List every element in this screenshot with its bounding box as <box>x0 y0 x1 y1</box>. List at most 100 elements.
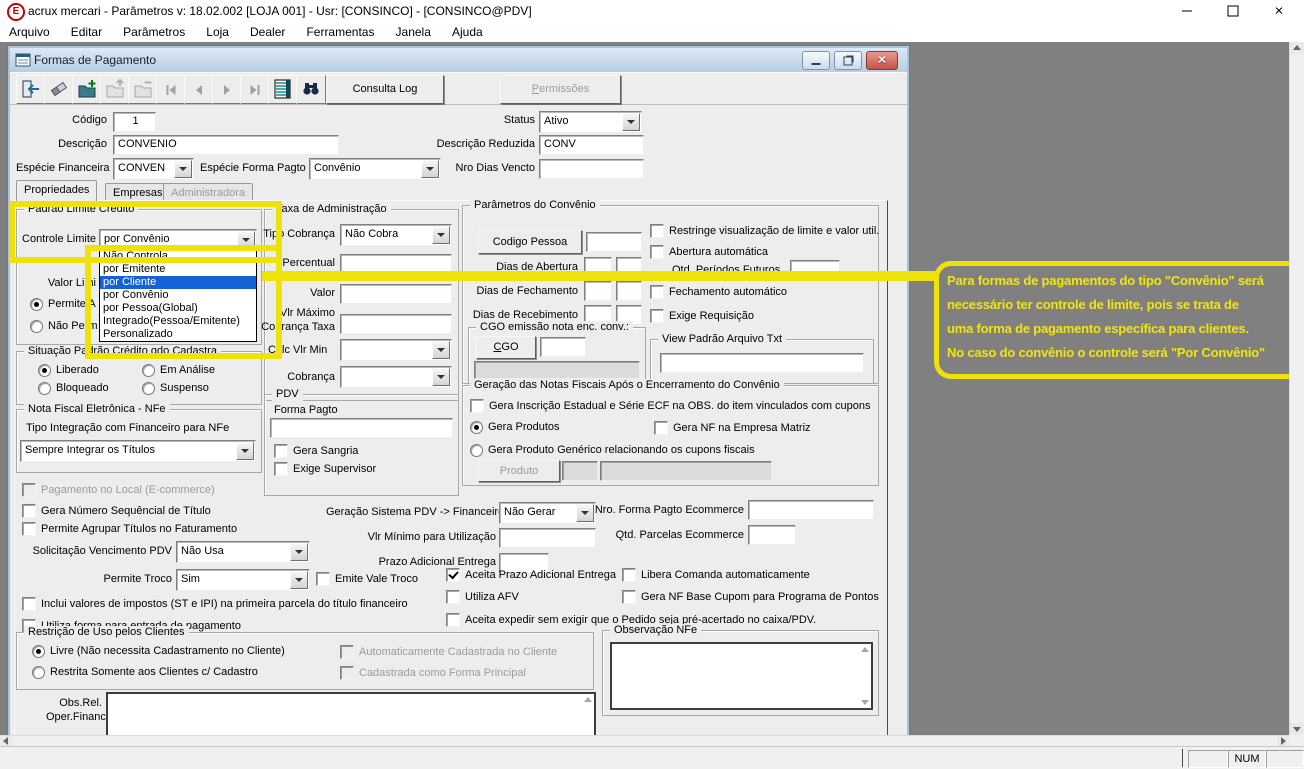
menu-parametros[interactable]: Parâmetros <box>114 22 194 42</box>
child-close-icon: ✕ <box>877 55 886 66</box>
consulta-log-button[interactable]: Consulta Log <box>326 75 444 104</box>
observacao-nfe-textarea[interactable] <box>610 642 873 710</box>
delete-record-button[interactable] <box>128 75 158 104</box>
exit-button[interactable] <box>16 75 46 104</box>
post-record-button[interactable] <box>100 75 130 104</box>
produto-codigo-field <box>562 461 598 481</box>
menu-loja[interactable]: Loja <box>197 22 238 42</box>
checkbox-box <box>650 224 664 238</box>
calc-vlr-min-combo[interactable] <box>340 339 452 361</box>
vertical-scrollbar[interactable] <box>1289 42 1304 735</box>
menu-janela[interactable]: Janela <box>387 22 440 42</box>
parametros-convenio-title: Parâmetros do Convênio <box>470 199 600 212</box>
tipo-cobranca-combo[interactable]: Não Cobra <box>340 224 452 246</box>
checkbox-libera-comanda-label: Libera Comanda automaticamente <box>641 569 810 582</box>
chevron-down-icon[interactable] <box>622 113 640 131</box>
prior-record-button[interactable] <box>184 75 214 104</box>
child-restore-button[interactable] <box>834 51 862 70</box>
tab-propriedades[interactable]: Propriedades <box>16 180 97 202</box>
cobranca-combo[interactable] <box>340 366 452 388</box>
menubar: Arquivo Editar Parâmetros Loja Dealer Fe… <box>0 22 1304 43</box>
child-close-button[interactable]: ✕ <box>866 51 898 70</box>
cgo-label: GO <box>501 341 518 353</box>
produto-label: Produto <box>500 465 539 477</box>
valor-field[interactable] <box>340 284 452 304</box>
codigo-pessoa-field[interactable] <box>586 232 642 252</box>
vlr-maximo-field[interactable] <box>340 314 452 334</box>
chevron-down-icon[interactable] <box>432 368 450 386</box>
chevron-down-icon[interactable] <box>432 341 450 359</box>
nro-dias-vencto-field[interactable] <box>539 159 644 179</box>
chevron-down-icon[interactable] <box>174 160 192 178</box>
scroll-left-button[interactable] <box>0 736 12 746</box>
codigo-field[interactable]: 1 <box>113 112 156 132</box>
forma-pagto-field[interactable] <box>270 418 453 438</box>
menu-editar[interactable]: Editar <box>62 22 111 42</box>
obs-rel-label-2: Oper.Financ. <box>46 711 102 724</box>
minimize-button[interactable] <box>1164 0 1210 22</box>
codigo-pessoa-button[interactable]: Codigo Pessoa <box>478 230 582 254</box>
next-record-button[interactable] <box>212 75 242 104</box>
child-titlebar[interactable]: Formas de Pagamento ✕ <box>10 48 907 73</box>
checkbox-box <box>340 666 354 680</box>
codigo-value: 1 <box>118 115 153 128</box>
especie-financeira-combo[interactable]: CONVEN <box>113 158 194 180</box>
grid-view-button[interactable] <box>268 75 298 104</box>
geracao-notas-title: Geração das Notas Fiscais Após o Encerra… <box>470 379 784 392</box>
codigo-label: Código <box>62 114 107 127</box>
view-padrao-field[interactable] <box>660 353 864 373</box>
horizontal-scrollbar[interactable] <box>0 735 1289 746</box>
checkbox-box <box>22 504 36 518</box>
scroll-down-button[interactable] <box>1290 723 1304 735</box>
checkbox-box <box>650 309 664 323</box>
maximize-button[interactable] <box>1210 0 1256 22</box>
scroll-up-button[interactable] <box>1290 42 1304 54</box>
post-record-icon <box>104 78 126 100</box>
descricao-field[interactable]: CONVENIO <box>113 135 339 155</box>
search-button[interactable] <box>296 75 326 104</box>
produto-button[interactable]: Produto <box>478 460 560 482</box>
add-record-button[interactable] <box>72 75 102 104</box>
permissoes-button[interactable]: Permissões <box>500 75 621 104</box>
radio-bloqueado-label: Bloqueado <box>56 382 109 395</box>
cgo-field[interactable] <box>540 337 586 357</box>
first-record-button[interactable] <box>156 75 186 104</box>
chevron-down-icon[interactable] <box>290 543 308 561</box>
tipo-integracao-value: Sempre Integrar os Títulos <box>25 444 237 457</box>
child-minimize-button[interactable] <box>802 51 830 70</box>
scroll-right-button[interactable] <box>1277 736 1289 746</box>
scroll-down-icon[interactable] <box>861 700 869 705</box>
dias-fechamento-field-2[interactable] <box>616 281 642 301</box>
menu-dealer[interactable]: Dealer <box>241 22 294 42</box>
chevron-down-icon[interactable] <box>432 226 450 244</box>
scroll-up-icon[interactable] <box>584 697 592 702</box>
especie-forma-pagto-combo[interactable]: Convênio <box>309 158 441 180</box>
last-record-button[interactable] <box>240 75 270 104</box>
menu-ferramentas[interactable]: Ferramentas <box>297 22 383 42</box>
qtd-parcelas-ecommerce-field[interactable] <box>748 525 796 545</box>
menu-arquivo[interactable]: Arquivo <box>0 22 59 42</box>
nro-forma-pagto-ecommerce-field[interactable] <box>748 500 874 520</box>
grid-view-icon <box>272 78 294 100</box>
status-combo[interactable]: Ativo <box>539 111 642 133</box>
menu-ajuda[interactable]: Ajuda <box>443 22 492 42</box>
scroll-up-icon[interactable] <box>861 647 869 652</box>
radio-dot <box>142 382 155 395</box>
dias-fechamento-field-1[interactable] <box>584 281 612 301</box>
annotation-callout: Para formas de pagamentos do tipo "Convê… <box>934 261 1304 379</box>
radio-produto-generico-label: Gera Produto Genérico relacionando os cu… <box>488 444 755 457</box>
tipo-integracao-combo[interactable]: Sempre Integrar os Títulos <box>20 440 256 462</box>
clear-button[interactable] <box>44 75 74 104</box>
cgo-button[interactable]: CGO <box>476 336 536 359</box>
chevron-down-icon[interactable] <box>236 442 254 460</box>
chevron-down-icon[interactable] <box>421 160 439 178</box>
qtd-parcelas-ecommerce-label: Qtd. Parcelas Ecommerce <box>570 529 744 542</box>
chevron-down-icon[interactable] <box>290 571 308 589</box>
callout-line-3: uma forma de pagamento específica para c… <box>947 317 1299 341</box>
add-record-icon <box>76 78 98 100</box>
solicitacao-vencimento-value: Não Usa <box>181 545 291 558</box>
permite-troco-combo[interactable]: Sim <box>176 569 310 591</box>
solicitacao-vencimento-combo[interactable]: Não Usa <box>176 541 310 563</box>
descricao-reduzida-field[interactable]: CONV <box>539 135 644 155</box>
close-button[interactable]: × <box>1256 0 1302 22</box>
